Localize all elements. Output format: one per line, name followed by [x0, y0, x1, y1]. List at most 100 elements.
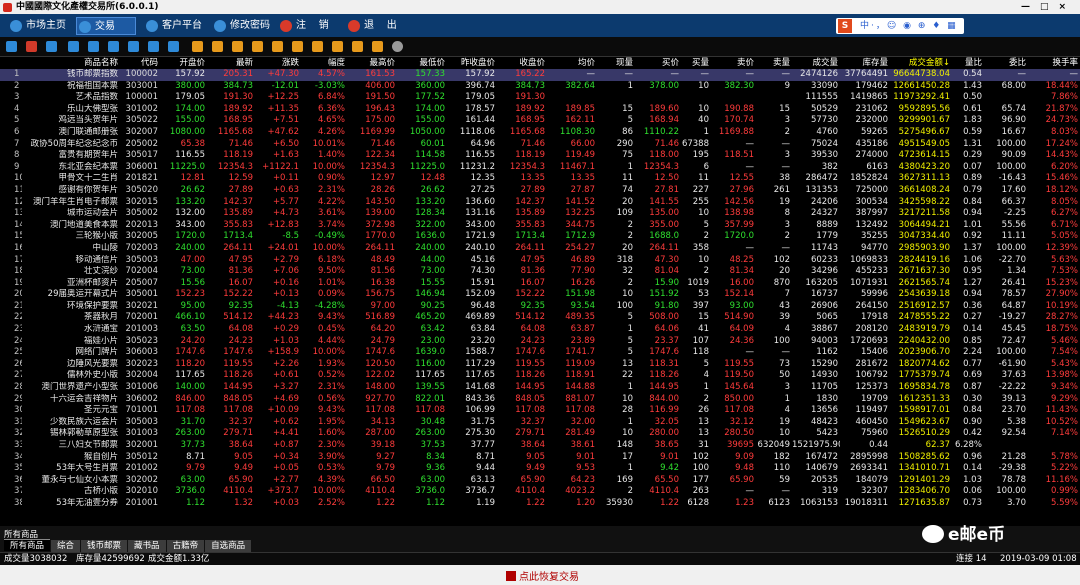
- column-header[interactable]: 最低价: [397, 57, 447, 69]
- menu-change-password[interactable]: 修改密码: [212, 17, 276, 35]
- table-row[interactable]: 28 澳门世界遗产小型张 301006 140.00 144.95 +3.27 2.31% 1…: [0, 382, 1080, 394]
- table-row[interactable]: 14 澳门地道美食本票 202013 343.00 355.83 +12.83 3.74% 3…: [0, 220, 1080, 232]
- calendar-icon[interactable]: [88, 41, 99, 52]
- category-tab[interactable]: 综合: [51, 540, 81, 552]
- table-row[interactable]: 3 艺术品指数 100001 179.05 191.30 +12.25 6.84% 191.5…: [0, 92, 1080, 104]
- table-row[interactable]: 27 儒林外史小版 302004 117.65 118.26 +0.61 0.52% 122.…: [0, 370, 1080, 382]
- table-row[interactable]: 9 东北亚会纪本票 306001 11225.0 12354.3 +1122.1 10.00…: [0, 162, 1080, 174]
- menu-market-home[interactable]: 市场主页: [8, 17, 70, 35]
- table-row[interactable]: 7 政协50周年纪念纪念币 205002 65.38 71.46 +6.50 10.01% 7…: [0, 139, 1080, 151]
- table-row[interactable]: 35 53年大号生肖票 201002 9.79 9.49 +0.05 0.53% 9.79 9.…: [0, 463, 1080, 475]
- indicator-7-icon[interactable]: [312, 41, 323, 52]
- indicator-5-icon[interactable]: [272, 41, 283, 52]
- table-row[interactable]: 31 少数民族六运会片 305003 31.70 32.37 +0.62 1.95% 34.1…: [0, 417, 1080, 429]
- maximize-button[interactable]: □: [1040, 2, 1059, 12]
- table-row[interactable]: 18 壮丈浣纱 702004 73.00 81.36 +7.06 9.50% 81.56 73.…: [0, 266, 1080, 278]
- gear-icon[interactable]: [392, 41, 403, 52]
- table-row[interactable]: 17 移动通信片 305003 47.00 47.95 +2.79 6.18% 48.49 44…: [0, 255, 1080, 267]
- column-header[interactable]: 代码: [120, 57, 160, 69]
- column-header[interactable]: [0, 57, 22, 69]
- x-icon[interactable]: [168, 41, 179, 52]
- table-row[interactable]: 30 圣元元宝 701001 117.08 117.08 +10.09 9.43% 117.0…: [0, 405, 1080, 417]
- table-row[interactable]: 21 环境保护要票 302021 95.00 92.35 -4.13 -4.28% 97.00…: [0, 301, 1080, 313]
- table-row[interactable]: 6 澳门联通邮册张 302007 1080.00 1165.68 +47.62 4.26% 1…: [0, 127, 1080, 139]
- table-row[interactable]: 16 中山陵 702003 240.00 264.11 +24.01 10.00% 264.1…: [0, 243, 1080, 255]
- column-header[interactable]: 最高价: [347, 57, 397, 69]
- table-row[interactable]: 4 乐山大佛型张 301002 174.00 189.92 +11.35 6.36% 196.…: [0, 104, 1080, 116]
- table-row[interactable]: 1 钱币邮票指数 100002 157.92 205.31 +47.30 4.57% 161.…: [0, 69, 1080, 81]
- column-header[interactable]: 收盘价: [497, 57, 547, 69]
- category-tab[interactable]: 藏书品: [128, 540, 166, 552]
- table-row[interactable]: 12 澳门羊年生肖电子邮票 302015 133.20 142.37 +5.77 4.22%…: [0, 197, 1080, 209]
- month-icon[interactable]: [148, 41, 159, 52]
- table-row[interactable]: 38 53年无油壹分券 201001 1.12 1.32 +0.03 2.52% 1.22 1.…: [0, 498, 1080, 510]
- edit-icon[interactable]: [372, 41, 383, 52]
- category-tab[interactable]: 自选商品: [205, 540, 252, 552]
- menu-logout[interactable]: 注 销: [278, 17, 338, 35]
- table-row[interactable]: 37 古桥小版 302010 3736.0 4110.4 +373.7 10.00% 4110…: [0, 486, 1080, 498]
- table-row[interactable]: 10 甲骨文十二生肖 201821 12.81 12.59 +0.11 0.90% 12.97…: [0, 173, 1080, 185]
- column-header[interactable]: 库存量: [840, 57, 890, 69]
- column-header[interactable]: 委比: [984, 57, 1028, 69]
- ime-toolbar[interactable]: S中·，☺ ◉ ⊕ ♦ ▦ ⊞: [836, 18, 964, 47]
- indicator-1-icon[interactable]: [192, 41, 203, 52]
- table-row[interactable]: 32 锡林郭勒草原型张 301003 263.00 279.71 +4.41 1.60% 28…: [0, 428, 1080, 440]
- menu-trade[interactable]: 交易: [76, 17, 136, 35]
- table-row[interactable]: 11 感谢有你贺年片 305020 26.62 27.89 +0.63 2.31% 28.26…: [0, 185, 1080, 197]
- column-header[interactable]: 现量: [597, 57, 635, 69]
- indicator-8-icon[interactable]: [332, 41, 343, 52]
- table-row[interactable]: 33 三八妇女节邮票 302001 37.73 38.64 +0.87 2.30% 39.18…: [0, 440, 1080, 452]
- column-header[interactable]: 卖量: [756, 57, 792, 69]
- indicator-2-icon[interactable]: [212, 41, 223, 52]
- table-row[interactable]: 24 福娃小片 305023 24.20 24.23 +1.03 4.44% 24.79 23.…: [0, 336, 1080, 348]
- table-row[interactable]: 22 茶器秋月 702001 466.10 514.12 +44.23 9.43% 516.8…: [0, 312, 1080, 324]
- column-header[interactable]: 商品名称: [22, 57, 120, 69]
- column-header[interactable]: 买价: [635, 57, 681, 69]
- table-row[interactable]: 20 29届奥运开幕式片 305001 152.23 152.22 +0.13 0.09% 1…: [0, 289, 1080, 301]
- quote-table-container[interactable]: 商品名称 代码 开盘价 最新 涨跌 幅度 最高价 最低价 昨收盘价 收盘价 均价 现量 买价 买量 卖价 卖量…: [0, 57, 1080, 520]
- day-icon[interactable]: [108, 41, 119, 52]
- column-header[interactable]: 幅度: [301, 57, 347, 69]
- column-header[interactable]: 均价: [547, 57, 597, 69]
- restore-trading-link[interactable]: 点此恢复交易: [506, 568, 579, 583]
- indicator-4-icon[interactable]: [252, 41, 263, 52]
- table-row[interactable]: 34 猴自创片 305012 8.71 9.05 +0.34 3.90% 9.27 8.34 8.…: [0, 452, 1080, 464]
- category-tab[interactable]: 钱币邮票: [81, 540, 128, 552]
- menu-exit[interactable]: 退 出: [346, 17, 406, 35]
- column-header[interactable]: 成交金额↓: [890, 57, 952, 69]
- window-controls[interactable]: —□×: [1021, 0, 1076, 14]
- week-icon[interactable]: [128, 41, 139, 52]
- indicator-3-icon[interactable]: [232, 41, 243, 52]
- table-row[interactable]: 8 富贵有期贺年片 305017 116.55 118.19 +1.63 1.40% 122.…: [0, 150, 1080, 162]
- indicator-6-icon[interactable]: [292, 41, 303, 52]
- indicator-9-icon[interactable]: [352, 41, 363, 52]
- column-header[interactable]: 卖价: [711, 57, 756, 69]
- table-row[interactable]: 29 十六运会吉祥物片 306002 846.00 848.05 +4.69 0.56% 92…: [0, 394, 1080, 406]
- table-row[interactable]: 26 边陲风光要票 302023 118.20 119.55 +2.26 1.93% 120.…: [0, 359, 1080, 371]
- table-row[interactable]: 13 城市运动会片 305002 132.00 135.89 +4.73 3.61% 139.…: [0, 208, 1080, 220]
- category-tab[interactable]: 古籍帝: [166, 540, 205, 552]
- column-header[interactable]: 买量: [681, 57, 711, 69]
- table-row[interactable]: 36 董永与七仙女小本票 302002 63.00 65.90 +2.77 4.39% 66.…: [0, 475, 1080, 487]
- bar-chart-icon[interactable]: [6, 41, 17, 52]
- category-tab[interactable]: 所有商品: [4, 539, 51, 551]
- candle-chart-icon[interactable]: [46, 41, 57, 52]
- column-header[interactable]: 换手率: [1028, 57, 1080, 69]
- minimize-button[interactable]: —: [1021, 2, 1040, 12]
- stats-icon[interactable]: [68, 41, 79, 52]
- table-row[interactable]: 2 祝福祖国本票 303001 380.00 384.73 -12.01 -3.03% 406…: [0, 81, 1080, 93]
- table-row[interactable]: 23 水浒通宝 201003 63.50 64.08 +0.29 0.45% 64.20 63.…: [0, 324, 1080, 336]
- table-row[interactable]: 5 鸡远当头贺年片 305022 155.00 168.95 +7.51 4.65% 175.…: [0, 115, 1080, 127]
- table-row[interactable]: 19 亚洲杯邮资片 205007 15.56 16.07 +0.16 1.01% 16.38 1…: [0, 278, 1080, 290]
- column-header[interactable]: 量比: [952, 57, 984, 69]
- column-header[interactable]: 涨跌: [255, 57, 301, 69]
- column-header[interactable]: 成交量: [792, 57, 840, 69]
- menu-client-platform[interactable]: 客户平台: [144, 17, 208, 35]
- column-header[interactable]: 开盘价: [160, 57, 207, 69]
- table-row[interactable]: 25 网络门牌片 306003 1747.6 1747.6 +158.9 10.00% 174…: [0, 347, 1080, 359]
- column-header[interactable]: 最新: [207, 57, 255, 69]
- line-chart-icon[interactable]: [26, 41, 37, 52]
- column-header[interactable]: 昨收盘价: [447, 57, 497, 69]
- table-row[interactable]: 15 三轮猴小版 302005 1720.0 1713.4 -8.5 -0.49% 1770.…: [0, 231, 1080, 243]
- close-button[interactable]: ×: [1058, 2, 1076, 12]
